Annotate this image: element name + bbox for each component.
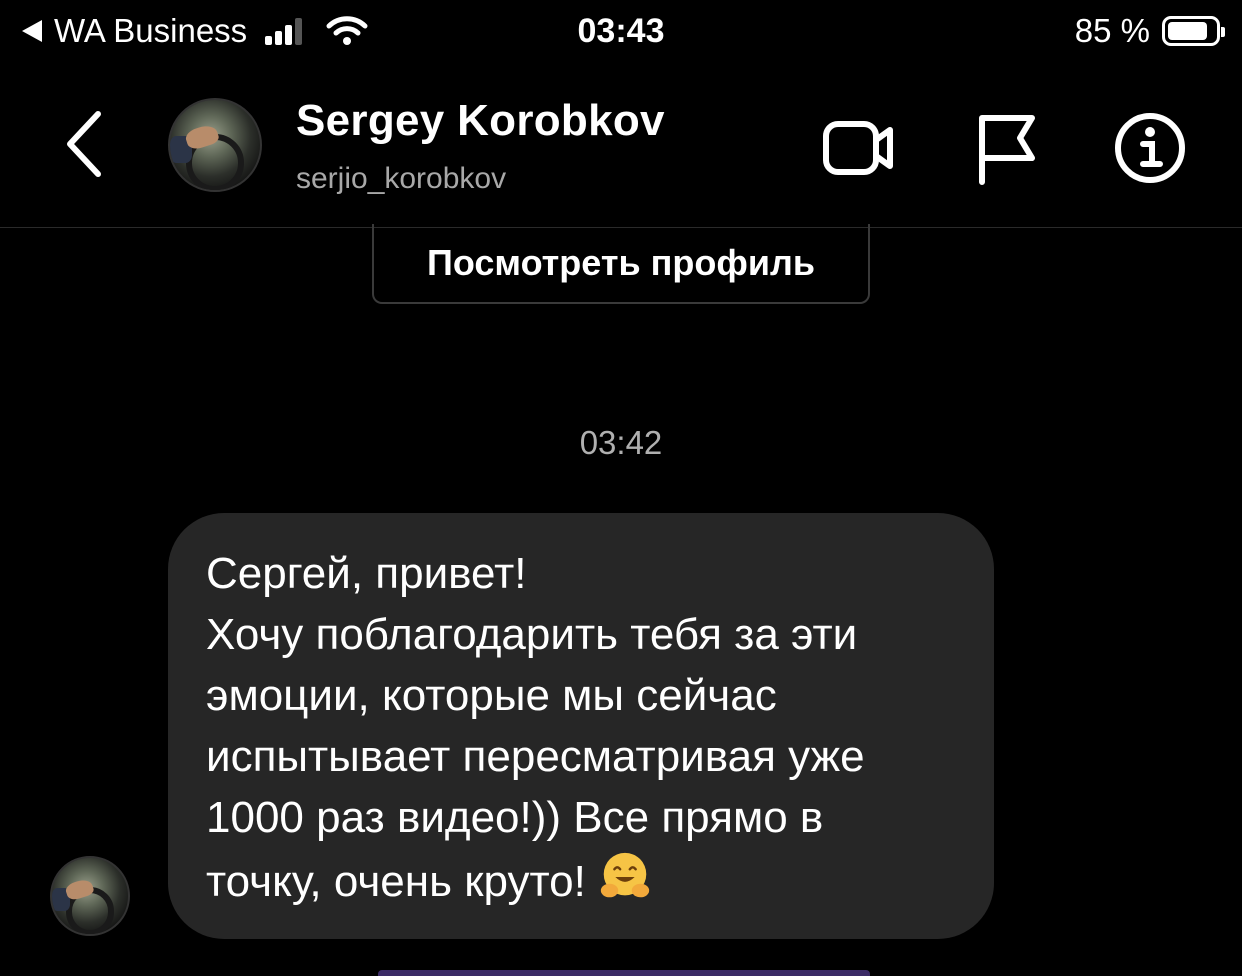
- battery-icon: [1162, 16, 1225, 46]
- status-bar: WA Business 03:43 85 %: [0, 0, 1242, 66]
- chevron-left-icon[interactable]: [60, 108, 110, 180]
- message-bubble[interactable]: Сергей, привет! Хочу поблагодарить тебя …: [168, 513, 994, 939]
- view-profile-button[interactable]: Посмотреть профиль: [372, 224, 870, 304]
- sender-avatar[interactable]: [50, 856, 130, 936]
- avatar[interactable]: [168, 98, 262, 192]
- clock: 03:43: [577, 12, 665, 50]
- info-icon[interactable]: [1110, 108, 1190, 188]
- message-timestamp: 03:42: [579, 424, 663, 461]
- contact-name[interactable]: Sergey Korobkov: [296, 96, 665, 146]
- chat-header: Sergey Korobkov serjio_korobkov: [0, 66, 1242, 228]
- message-text: Сергей, привет! Хочу поблагодарить тебя …: [206, 549, 865, 906]
- input-bar-edge: [378, 970, 870, 976]
- video-camera-icon[interactable]: [820, 108, 900, 188]
- battery-percent: 85 %: [1074, 12, 1150, 49]
- contact-username[interactable]: serjio_korobkov: [296, 162, 506, 196]
- flag-icon[interactable]: [972, 108, 1052, 188]
- hugging-face-emoji-icon: [601, 852, 650, 898]
- battery-status: 85 %: [1074, 12, 1225, 50]
